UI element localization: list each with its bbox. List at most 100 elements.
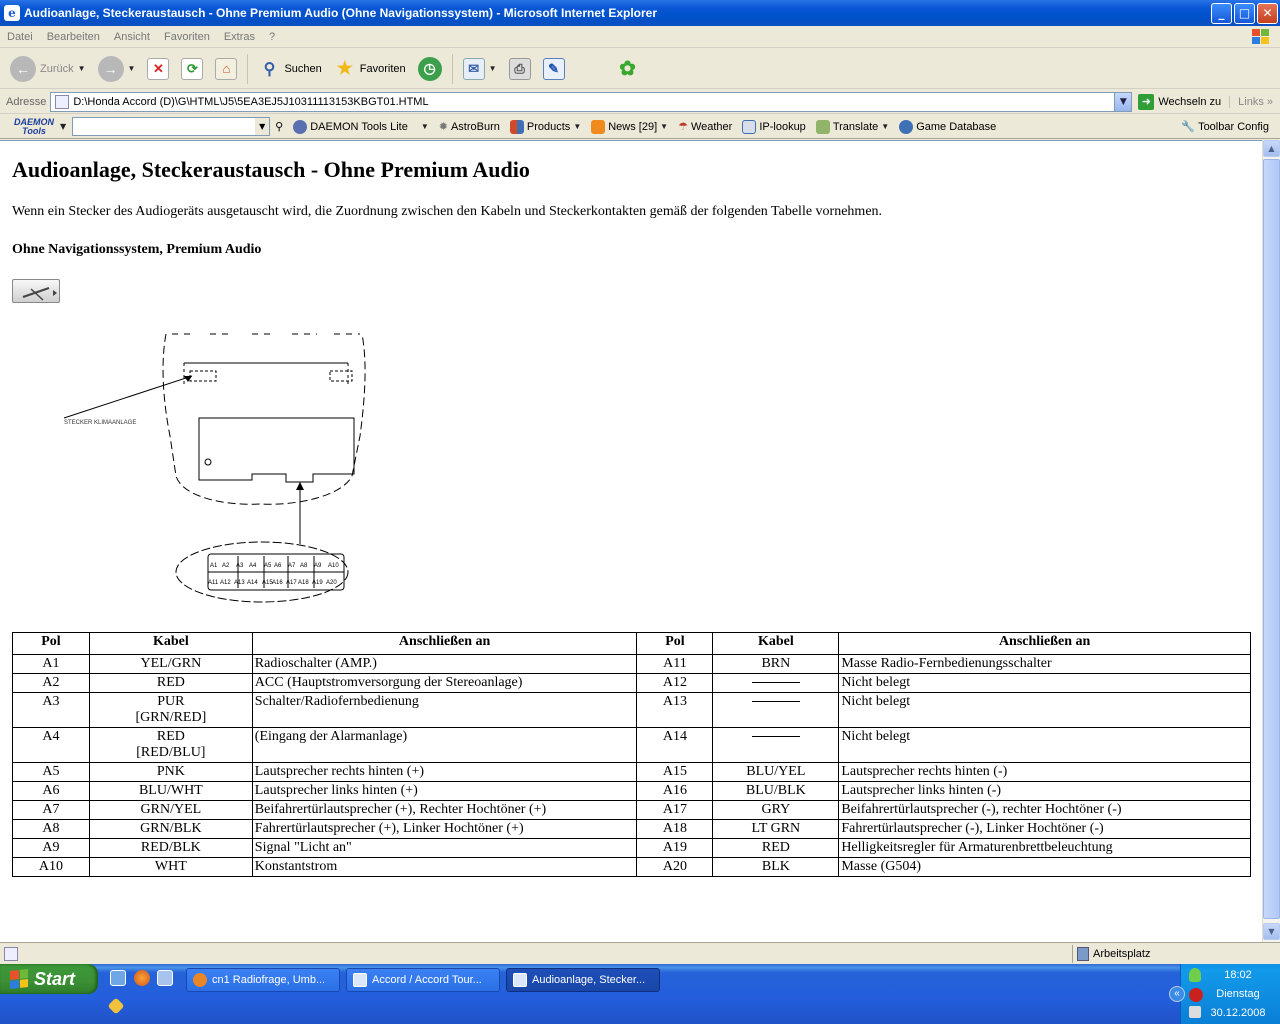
refresh-button[interactable]: ⟳: [177, 52, 207, 86]
back-button[interactable]: ← Zurück ▼: [6, 52, 90, 86]
forward-button[interactable]: → ▼: [94, 52, 140, 86]
pencil-icon[interactable]: [107, 997, 125, 1015]
maximize-button[interactable]: □: [1234, 3, 1255, 24]
address-input[interactable]: D:\Honda Accord (D)\G\HTML\J5\5EA3EJ5J10…: [50, 91, 1133, 112]
clock-time[interactable]: 18:02: [1181, 969, 1280, 981]
refresh-icon: ⟳: [181, 57, 204, 80]
forward-dropdown-icon[interactable]: ▼: [128, 64, 136, 73]
firefox-icon[interactable]: [134, 970, 150, 986]
table-cell: A7: [12, 800, 90, 820]
scrollbar-thumb[interactable]: [1263, 159, 1280, 919]
cell-text: Masse (G504): [841, 859, 922, 874]
home-button[interactable]: ⌂: [211, 52, 241, 86]
vertical-scrollbar[interactable]: ▲ ▼: [1262, 140, 1280, 942]
column-header: Anschließen an: [838, 632, 1251, 655]
menu-datei[interactable]: Datei: [0, 31, 40, 43]
icq-button[interactable]: ✿: [613, 52, 643, 86]
start-button[interactable]: Start: [0, 964, 98, 994]
toolbar-item-game-database[interactable]: Game Database: [894, 119, 1001, 134]
cell-text: Nicht belegt: [841, 694, 911, 709]
table-row: A8 GRN/BLK Fahrertürlautsprecher (+), Link…: [12, 819, 1251, 839]
address-dropdown-icon[interactable]: ▼: [1114, 92, 1132, 111]
cell-text: A2: [42, 675, 60, 690]
table-cell: A5: [12, 762, 90, 782]
toolbar-item-astroburn[interactable]: ✹ AstroBurn: [434, 120, 505, 134]
cell-text: Masse Radio-Fernbedienungsschalter: [841, 656, 1052, 671]
column-header: Anschließen an: [251, 632, 638, 655]
taskbar-item-firefox[interactable]: cn1 Radiofrage, Umb...: [186, 968, 340, 992]
daemon-search-button[interactable]: ⚲: [270, 120, 288, 133]
table-cell: Fahrertürlautsprecher (-), Linker Hochtö…: [838, 819, 1251, 839]
go-arrow-icon: ➜: [1138, 93, 1155, 110]
toolbar-item-products[interactable]: Products ▼: [505, 119, 586, 134]
diagram-label: STECKER KLIMAANLAGE: [64, 420, 136, 426]
cell-text: Nicht belegt: [841, 729, 911, 744]
menu-favoriten[interactable]: Favoriten: [157, 31, 217, 43]
taskbar-item-audioanlage[interactable]: Audioanlage, Stecker...: [506, 968, 660, 992]
table-cell: A17: [636, 800, 714, 820]
mail-dropdown-icon[interactable]: ▼: [489, 64, 497, 73]
menu-help[interactable]: ?: [262, 31, 282, 43]
scroll-down-icon[interactable]: ▼: [1263, 923, 1280, 940]
menu-bearbeiten[interactable]: Bearbeiten: [40, 31, 107, 43]
table-cell: LT GRN: [712, 819, 840, 839]
zoom-tool-button[interactable]: [12, 279, 60, 303]
cell-text: GRY: [761, 802, 791, 817]
taskbar: Start cn1 Radiofrage, Umb... Accord / Ac…: [0, 964, 1280, 1024]
scroll-up-icon[interactable]: ▲: [1263, 140, 1280, 157]
cell-text: A8: [42, 821, 60, 836]
table-cell: Signal "Licht an": [251, 838, 638, 858]
table-cell: Helligkeitsregler für Armaturenbrettbele…: [838, 838, 1251, 858]
menu-extras[interactable]: Extras: [217, 31, 262, 43]
connector-pin-label: A1: [210, 563, 218, 569]
chevron-down-icon: ▼: [573, 122, 582, 131]
daemon-search-input[interactable]: ▼: [72, 117, 271, 136]
show-desktop-icon[interactable]: [110, 970, 126, 986]
cell-text: A13: [662, 694, 687, 709]
toolbar-item-weather[interactable]: ☂ Weather: [673, 120, 737, 134]
mail-button[interactable]: ✉ ▼: [459, 52, 501, 86]
menu-ansicht[interactable]: Ansicht: [107, 31, 157, 43]
toolbar-item-translate[interactable]: Translate ▼: [811, 119, 894, 134]
explorer-icon[interactable]: [157, 970, 173, 986]
table-cell: A14: [636, 727, 714, 763]
table-cell: A19: [636, 838, 714, 858]
back-dropdown-icon[interactable]: ▼: [78, 64, 86, 73]
history-button[interactable]: ◷: [414, 52, 446, 86]
cell-text: A9: [42, 840, 60, 855]
table-cell: Lautsprecher rechts hinten (+): [251, 762, 638, 782]
cell-text: ACC (Hauptstromversorgung der Stereoanla…: [254, 675, 523, 690]
cell-text: A19: [662, 840, 687, 855]
toolbar-item-ip-lookup[interactable]: IP-lookup: [737, 119, 810, 134]
cell-text: GRN/BLK: [140, 821, 202, 836]
table-cell: Nicht belegt: [838, 727, 1251, 763]
table-row: A2 RED ACC (Hauptstromversorgung der Stere…: [12, 673, 1251, 693]
logo-line-2: Tools: [22, 125, 46, 136]
daemon-tools-logo[interactable]: DAEMON Tools: [0, 117, 60, 136]
connector-diagram: STECKER KLIMAANLAGE A1 A2 A3 A4 A5 A6 A7 A8 A9 A1…: [63, 333, 366, 603]
table-cell: GRN/BLK: [88, 819, 253, 839]
table-cell: A1: [12, 654, 90, 674]
edit-button[interactable]: ✎: [539, 52, 569, 86]
toolbar-item-news[interactable]: News [29] ▼: [586, 119, 673, 134]
search-button[interactable]: ⚲ Suchen: [254, 52, 325, 86]
stop-button[interactable]: ✕: [143, 52, 173, 86]
not-assigned-dash: [751, 682, 800, 684]
go-button[interactable]: ➜ Wechseln zu: [1132, 93, 1229, 110]
minimize-button[interactable]: _: [1211, 3, 1232, 24]
taskbar-item-accord[interactable]: Accord / Accord Tour...: [346, 968, 500, 992]
cell-text: BLU/WHT: [138, 783, 203, 798]
logo-dropdown-icon[interactable]: ▼: [60, 122, 66, 131]
links-button[interactable]: Links »: [1229, 95, 1279, 108]
toolbar-config-button[interactable]: 🔧 Toolbar Config: [1176, 120, 1274, 134]
close-button[interactable]: ✕: [1257, 3, 1278, 24]
search-dropdown-icon[interactable]: ▼: [255, 118, 270, 135]
task-label: Audioanlage, Stecker...: [532, 974, 646, 986]
connector-pin-label: A16: [272, 580, 283, 586]
toolbar-item-label: IP-lookup: [759, 120, 806, 133]
not-assigned-dash: [751, 736, 800, 738]
favorites-button[interactable]: ★ Favoriten: [330, 52, 410, 86]
table-cell: A20: [636, 857, 714, 877]
print-button[interactable]: ⎙: [505, 52, 535, 86]
toolbar-item-daemon[interactable]: DAEMON Tools Lite ▼: [288, 119, 434, 134]
